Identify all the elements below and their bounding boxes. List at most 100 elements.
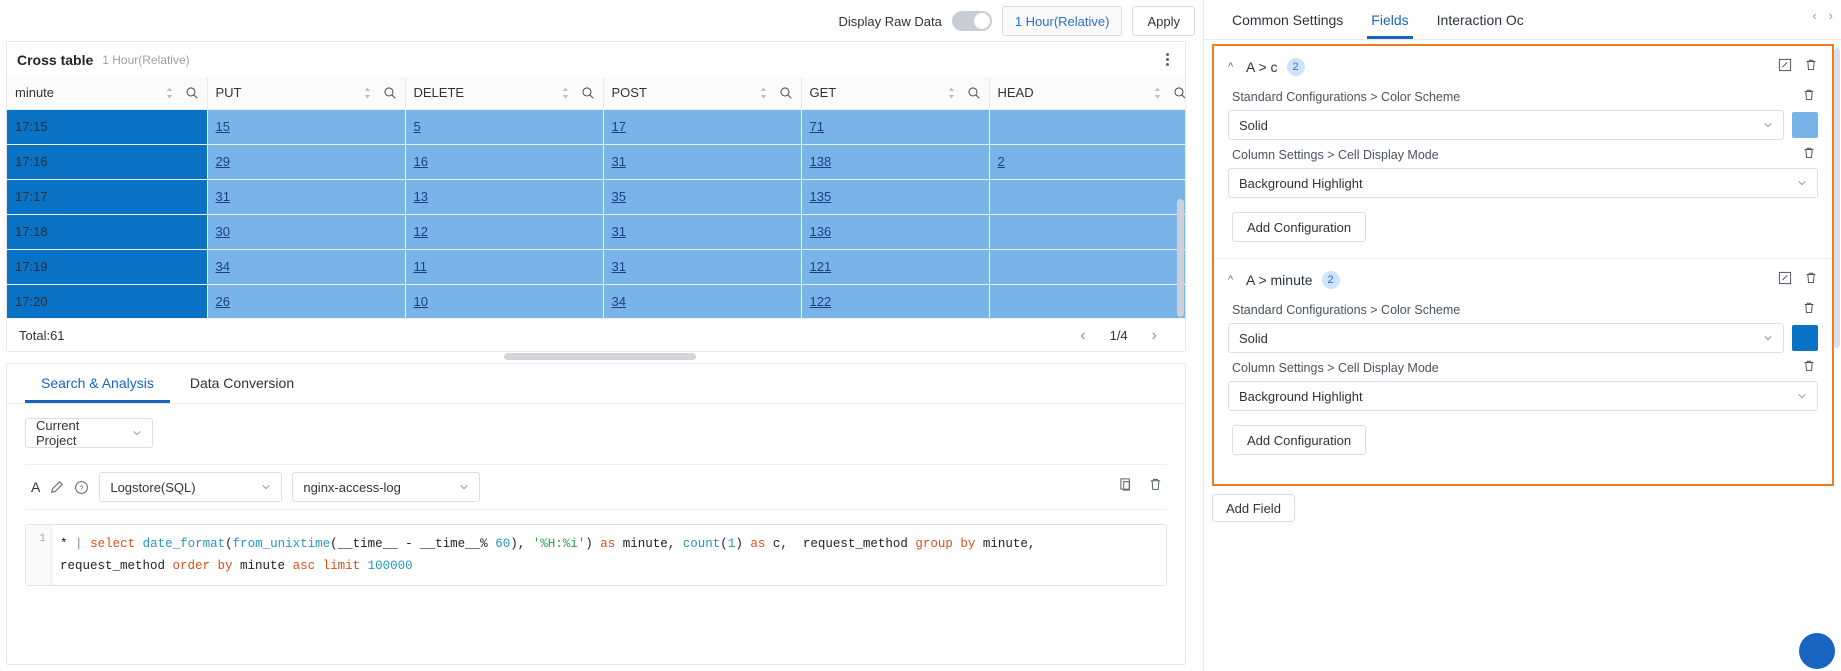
sql-code-text[interactable]: * | select date_format(from_unixtime(__t… xyxy=(52,525,1166,585)
cell-value-link[interactable]: 35 xyxy=(612,189,626,204)
cell-value-link[interactable]: 26 xyxy=(216,294,230,309)
tab-interaction-occurrence[interactable]: Interaction Oc xyxy=(1423,0,1538,39)
tab-fields[interactable]: Fields xyxy=(1357,0,1422,39)
tab-common-settings[interactable]: Common Settings xyxy=(1218,0,1357,39)
search-icon[interactable] xyxy=(581,86,595,100)
cell-value-link[interactable]: 135 xyxy=(810,189,832,204)
sort-icon[interactable] xyxy=(759,86,768,100)
cell-delete[interactable]: 13 xyxy=(405,179,604,215)
cell-value-link[interactable]: 29 xyxy=(216,154,230,169)
logstore-type-select[interactable]: Logstore(SQL) xyxy=(99,472,283,502)
column-header-get[interactable]: GET xyxy=(801,77,990,110)
cell-post[interactable]: 35 xyxy=(603,179,802,215)
cell-value-link[interactable]: 15 xyxy=(216,119,230,134)
table-vertical-scroll-thumb[interactable] xyxy=(1177,199,1184,317)
add-configuration-button[interactable]: Add Configuration xyxy=(1232,212,1367,242)
search-icon[interactable] xyxy=(383,86,397,100)
color-swatch[interactable] xyxy=(1792,112,1818,138)
cell-post[interactable]: 31 xyxy=(603,214,802,250)
sort-icon[interactable] xyxy=(363,86,372,100)
sort-icon[interactable] xyxy=(947,86,956,100)
column-header-minute[interactable]: minute xyxy=(7,77,208,110)
cell-delete[interactable]: 12 xyxy=(405,214,604,250)
cell-get[interactable]: 121 xyxy=(801,249,990,285)
sort-icon[interactable] xyxy=(165,86,174,100)
trash-icon[interactable] xyxy=(1802,88,1816,102)
chevron-right-icon[interactable]: › xyxy=(1829,8,1833,23)
search-icon[interactable] xyxy=(1173,86,1186,100)
cell-value-link[interactable]: 12 xyxy=(414,224,428,239)
cell-post[interactable]: 31 xyxy=(603,249,802,285)
add-configuration-button[interactable]: Add Configuration xyxy=(1232,425,1367,455)
project-select[interactable]: Current Project xyxy=(25,418,153,448)
cell-value-link[interactable]: 34 xyxy=(612,294,626,309)
cell-get[interactable]: 122 xyxy=(801,284,990,320)
cell-value-link[interactable]: 136 xyxy=(810,224,832,239)
cell-delete[interactable]: 5 xyxy=(405,109,604,145)
help-circle-icon[interactable]: ? xyxy=(74,480,89,495)
edit-square-icon[interactable] xyxy=(1778,271,1792,285)
cell-value-link[interactable]: 16 xyxy=(414,154,428,169)
config-select[interactable]: Solid xyxy=(1228,110,1784,140)
cell-value-link[interactable]: 30 xyxy=(216,224,230,239)
cell-value-link[interactable]: 122 xyxy=(810,294,832,309)
cell-put[interactable]: 31 xyxy=(207,179,406,215)
cell-put[interactable]: 34 xyxy=(207,249,406,285)
color-swatch[interactable] xyxy=(1792,325,1818,351)
chevron-left-icon[interactable]: ‹ xyxy=(1080,327,1085,344)
horizontal-scroll-thumb[interactable] xyxy=(504,353,696,360)
settings-panel-scrollbar[interactable] xyxy=(1834,48,1840,488)
cell-delete[interactable]: 10 xyxy=(405,284,604,320)
cell-value-link[interactable]: 31 xyxy=(612,224,626,239)
cell-get[interactable]: 138 xyxy=(801,144,990,180)
cell-put[interactable]: 26 xyxy=(207,284,406,320)
trash-icon[interactable] xyxy=(1148,477,1163,492)
cell-value-link[interactable]: 10 xyxy=(414,294,428,309)
column-header-put[interactable]: PUT xyxy=(207,77,406,110)
cell-get[interactable]: 135 xyxy=(801,179,990,215)
search-icon[interactable] xyxy=(967,86,981,100)
floating-action-button[interactable] xyxy=(1799,633,1835,669)
cell-delete[interactable]: 11 xyxy=(405,249,604,285)
cell-delete[interactable]: 16 xyxy=(405,144,604,180)
cell-put[interactable]: 30 xyxy=(207,214,406,250)
sort-icon[interactable] xyxy=(1153,86,1162,100)
cell-value-link[interactable]: 5 xyxy=(414,119,421,134)
cell-value-link[interactable]: 31 xyxy=(612,259,626,274)
cell-get[interactable]: 71 xyxy=(801,109,990,145)
cell-post[interactable]: 31 xyxy=(603,144,802,180)
cell-value-link[interactable]: 31 xyxy=(216,189,230,204)
cell-value-link[interactable]: 2 xyxy=(998,154,1005,169)
config-select[interactable]: Background Highlight xyxy=(1228,381,1818,411)
config-select[interactable]: Solid xyxy=(1228,323,1784,353)
collapse-caret-icon[interactable]: ^ xyxy=(1228,61,1240,73)
config-select[interactable]: Background Highlight xyxy=(1228,168,1818,198)
trash-icon[interactable] xyxy=(1802,359,1816,373)
copy-icon[interactable] xyxy=(1119,477,1134,492)
cell-value-link[interactable]: 71 xyxy=(810,119,824,134)
display-raw-data-toggle[interactable] xyxy=(951,11,992,31)
tab-search-and-analysis[interactable]: Search & Analysis xyxy=(23,364,172,403)
cell-value-link[interactable]: 17 xyxy=(612,119,626,134)
trash-icon[interactable] xyxy=(1802,146,1816,160)
table-vertical-scrollbar[interactable] xyxy=(1177,111,1184,350)
sort-icon[interactable] xyxy=(561,86,570,100)
cell-value-link[interactable]: 31 xyxy=(612,154,626,169)
chevron-left-icon[interactable]: ‹ xyxy=(1812,8,1816,23)
cell-get[interactable]: 136 xyxy=(801,214,990,250)
column-header-post[interactable]: POST xyxy=(603,77,802,110)
chevron-right-icon[interactable]: › xyxy=(1152,327,1157,344)
column-header-delete[interactable]: DELETE xyxy=(405,77,604,110)
settings-panel-scroll-thumb[interactable] xyxy=(1834,48,1840,348)
collapse-caret-icon[interactable]: ^ xyxy=(1228,274,1240,286)
search-icon[interactable] xyxy=(779,86,793,100)
cell-post[interactable]: 34 xyxy=(603,284,802,320)
cell-put[interactable]: 15 xyxy=(207,109,406,145)
time-range-button[interactable]: 1 Hour(Relative) xyxy=(1001,6,1123,36)
cell-value-link[interactable]: 34 xyxy=(216,259,230,274)
cell-value-link[interactable]: 138 xyxy=(810,154,832,169)
trash-icon[interactable] xyxy=(1804,58,1818,72)
logstore-name-select[interactable]: nginx-access-log xyxy=(292,472,481,502)
tab-data-conversion[interactable]: Data Conversion xyxy=(172,364,312,403)
cell-value-link[interactable]: 13 xyxy=(414,189,428,204)
